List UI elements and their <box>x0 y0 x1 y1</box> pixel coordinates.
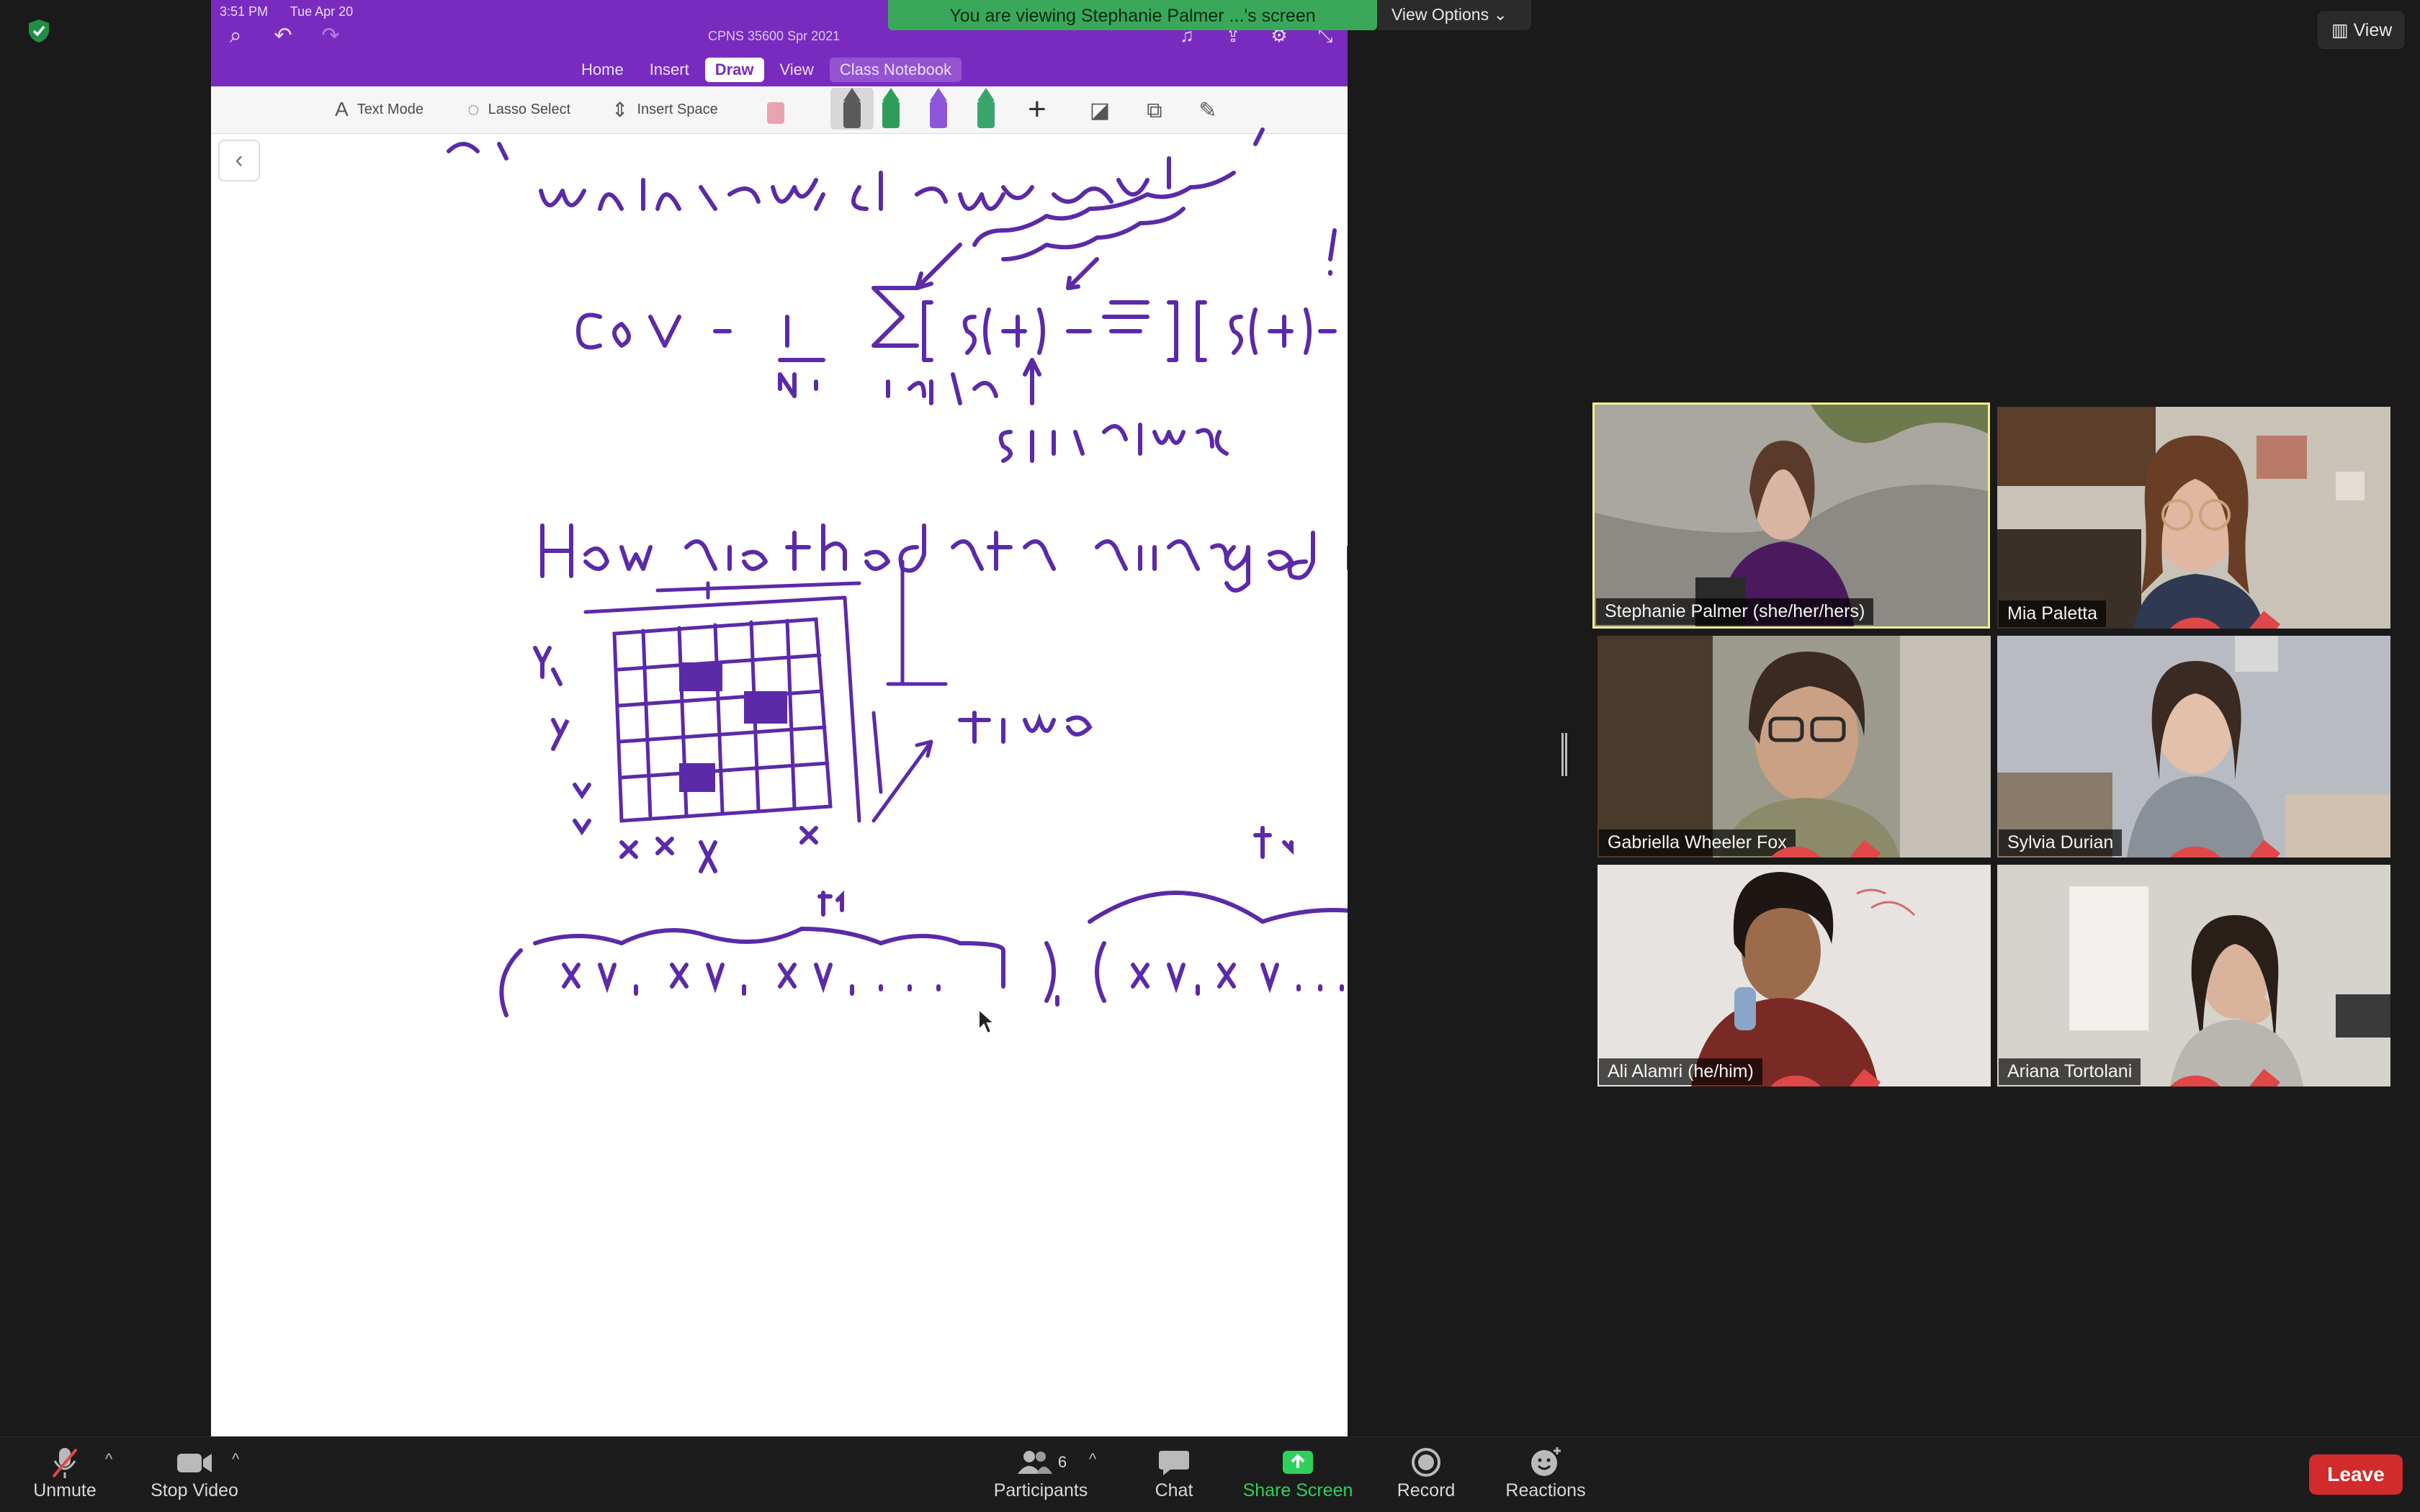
muted-mic-icon <box>2170 611 2281 629</box>
video-tile-mia[interactable]: Mia Paletta <box>1997 407 2390 629</box>
meeting-controls-bar: Unmute ^ Stop Video ^ 6 Participants ^ C… <box>0 1436 2420 1512</box>
record-icon <box>1412 1448 1440 1477</box>
muted-mic-icon <box>1770 840 1881 858</box>
shared-screen: 3:51 PM Tue Apr 20 ⌕ ↶ ↷ CPNS 35600 Spr … <box>211 0 1348 1436</box>
reactions-label: Reactions <box>1505 1480 1586 1500</box>
record-button[interactable]: Record <box>1390 1444 1462 1501</box>
handwritten-notes <box>447 127 1348 1017</box>
grid-view-icon: ▥ <box>2331 20 2354 40</box>
stop-video-label: Stop Video <box>151 1480 238 1500</box>
panel-splitter[interactable] <box>1561 733 1567 776</box>
chevron-down-icon: ⌄ <box>1493 5 1507 24</box>
unmute-button[interactable]: Unmute <box>29 1444 101 1501</box>
share-screen-icon <box>1283 1451 1313 1474</box>
reactions-smiley-icon <box>1531 1447 1561 1476</box>
reactions-button[interactable]: Reactions <box>1498 1444 1593 1501</box>
video-stephanie <box>1595 405 1988 626</box>
leave-button[interactable]: Leave <box>2309 1454 2403 1495</box>
chat-button[interactable]: Chat <box>1138 1444 1210 1501</box>
participant-nameplate: Gabriella Wheeler Fox <box>1599 829 1881 858</box>
zoom-window: 3:51 PM Tue Apr 20 ⌕ ↶ ↷ CPNS 35600 Spr … <box>0 0 2420 1512</box>
audio-options-caret[interactable]: ^ <box>105 1450 112 1469</box>
participants-options-caret[interactable]: ^ <box>1089 1450 1096 1469</box>
video-tile-ariana[interactable]: Ariana Tortolani <box>1997 865 2390 1086</box>
stop-video-button[interactable]: Stop Video <box>144 1444 245 1501</box>
muted-mic-icon <box>2170 1068 2281 1086</box>
viewing-banner: You are viewing Stephanie Palmer ...'s s… <box>888 0 1377 30</box>
security-shield-icon[interactable] <box>27 19 50 43</box>
record-label: Record <box>1397 1480 1456 1500</box>
share-screen-label: Share Screen <box>1242 1480 1353 1500</box>
video-camera-icon <box>177 1454 212 1472</box>
muted-mic-icon <box>1770 1068 1881 1086</box>
participant-nameplate: Sylvia Durian <box>1999 829 2281 858</box>
video-tile-stephanie[interactable]: Stephanie Palmer (she/her/hers) <box>1592 402 1990 629</box>
video-gabriella <box>1597 636 1991 858</box>
participant-nameplate: Ali Alamri (he/him) <box>1599 1058 1881 1086</box>
mouse-cursor-icon <box>978 1008 996 1035</box>
participant-nameplate: Ariana Tortolani <box>1999 1058 2281 1086</box>
video-tile-ali[interactable]: Ali Alamri (he/him) <box>1597 865 1991 1086</box>
muted-mic-icon <box>2170 840 2281 858</box>
chat-bubble-icon <box>1159 1451 1189 1475</box>
participants-count: 6 <box>1057 1453 1067 1471</box>
share-screen-button[interactable]: Share Screen <box>1239 1444 1357 1501</box>
video-mia <box>1997 407 2390 629</box>
unmute-label: Unmute <box>33 1480 97 1500</box>
video-options-caret[interactable]: ^ <box>232 1450 239 1469</box>
view-options-label: View Options <box>1392 5 1489 24</box>
participants-label: Participants <box>993 1480 1088 1500</box>
participants-icon <box>1017 1451 1052 1474</box>
participant-name: Stephanie Palmer (she/her/hers) <box>1605 601 1865 621</box>
video-tile-gabriella[interactable]: Gabriella Wheeler Fox <box>1597 636 1991 858</box>
video-ariana <box>1997 865 2390 1086</box>
participants-button[interactable]: 6 Participants <box>987 1444 1095 1501</box>
video-tile-sylvia[interactable]: Sylvia Durian <box>1997 636 2390 858</box>
participant-nameplate: Mia Paletta <box>1999 600 2281 629</box>
participant-nameplate: Stephanie Palmer (she/her/hers) <box>1596 598 1874 625</box>
video-sylvia <box>1997 636 2390 858</box>
view-button[interactable]: ▥ View <box>2318 12 2404 49</box>
view-options-button[interactable]: View Options ⌄ <box>1377 0 1531 30</box>
chat-label: Chat <box>1155 1480 1193 1500</box>
muted-microphone-icon <box>52 1448 78 1478</box>
video-ali <box>1597 865 1991 1086</box>
view-label: View <box>2353 20 2393 40</box>
